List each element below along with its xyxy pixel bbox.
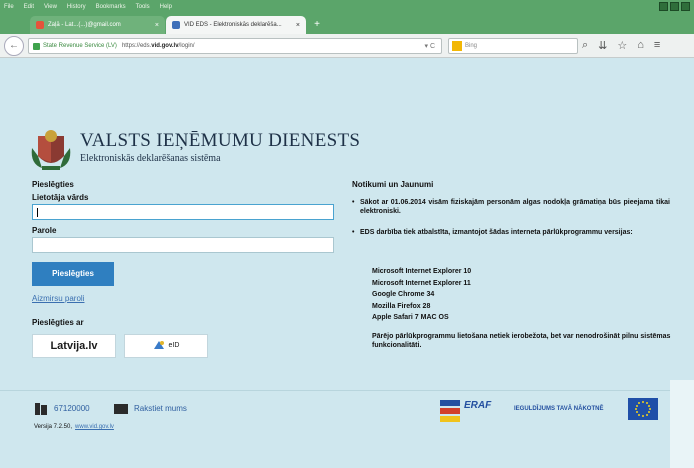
page-corner-shade [670,380,694,468]
browser-item: Apple Safari 7 MAC OS [372,314,449,321]
lock-icon [33,42,40,50]
forgot-password-link[interactable]: Aizmirsu paroli [32,294,84,303]
tab-title: VID EDS - Elektroniskās deklarēša... [184,22,282,28]
search-placeholder: Bing [465,43,478,49]
eraf-label: ERAF [464,400,492,411]
coat-of-arms-logo [31,130,71,170]
bullet-icon: • [352,229,355,236]
browser-item: Google Chrome 34 [372,291,435,298]
maximize-button[interactable] [670,2,679,11]
news-text: EDS darbība tiek atbalstīta, izmantojot … [360,229,633,236]
navigation-bar: ← State Revenue Service (LV) https://eds… [0,34,694,58]
minimize-button[interactable] [659,2,668,11]
reload-icon[interactable]: ▾ C [424,42,435,50]
phone-icon [35,403,47,415]
password-label: Parole [32,226,57,235]
supported-browsers-list: Microsoft Internet Explorer 10 Microsoft… [372,266,471,324]
menu-icon[interactable]: ≡ [654,39,660,52]
bing-icon [452,41,462,51]
window-controls [659,2,690,11]
menu-history[interactable]: History [67,4,86,10]
tab-title: Zaļā - Lat...(...)@gmail.com [48,22,121,28]
org-title: VALSTS IEŅĒMUMU DIENESTS [80,130,361,151]
login-heading: Pieslēgties [32,180,74,189]
toolbar-icons: ⌕ ⇊ ☆ ⌂ ≡ [582,39,660,52]
menu-file[interactable]: File [4,4,14,10]
address-bar[interactable]: State Revenue Service (LV) https://eds.v… [28,38,442,54]
eu-flag-icon [628,398,658,420]
username-label: Lietotāja vārds [32,193,89,202]
bookmark-star-icon[interactable]: ☆ [617,39,627,52]
browser-item: Microsoft Internet Explorer 11 [372,279,471,287]
tab-gmail[interactable]: Zaļā - Lat...(...)@gmail.com × [30,16,165,34]
tab-bar: Zaļā - Lat...(...)@gmail.com × VID EDS -… [0,14,694,34]
menu-help[interactable]: Help [160,4,172,10]
news-heading: Notikumi un Jaunumi [352,180,434,189]
search-icon[interactable]: ⌕ [582,39,588,52]
browser-item: Mozilla Firefox 28 [372,302,431,310]
write-to-us-link[interactable]: Rakstiet mums [134,404,187,413]
browser-item: Microsoft Internet Explorer 10 [372,268,472,275]
username-input[interactable] [32,204,334,220]
menu-bar: File Edit View History Bookmarks Tools H… [0,0,694,14]
news-text: Sākot ar 01.06.2014 visām fiziskajām per… [360,199,670,215]
close-window-button[interactable] [681,2,690,11]
menu-edit[interactable]: Edit [24,4,34,10]
mail-icon [114,404,128,414]
vid-favicon-icon [172,21,180,29]
latvija-lv-button[interactable]: Latvija.lv [32,334,116,358]
news-item: • Sākot ar 01.06.2014 visām fiziskajām p… [352,198,670,216]
download-icon[interactable]: ⇊ [598,39,607,52]
close-tab-icon[interactable]: × [296,22,300,29]
close-tab-icon[interactable]: × [155,22,159,29]
menu-view[interactable]: View [44,4,57,10]
provider-label: Latvija.lv [50,340,98,352]
footer-divider [0,390,694,391]
version-info: Versija 7.2.50, www.vid.gov.lv [34,424,114,430]
home-icon[interactable]: ⌂ [637,39,644,52]
back-arrow-icon[interactable]: ← [4,36,24,56]
eid-button[interactable]: eID [124,334,208,358]
tab-vid-eds[interactable]: VID EDS - Elektroniskās deklarēša... × [166,16,306,34]
news-item: • EDS darbība tiek atbalstīta, izmantojo… [352,228,670,237]
browser-limit-note: Pārējo pārlūkprogrammu lietošana netiek … [372,333,671,349]
password-input[interactable] [32,237,334,253]
phone-number[interactable]: 67120000 [54,404,90,413]
menu-bookmarks[interactable]: Bookmarks [96,4,126,10]
provider-label: eID [168,342,180,349]
login-button[interactable]: Pieslēgties [32,262,114,286]
menu-tools[interactable]: Tools [136,4,150,10]
version-label: Versija 7.2.50, [34,424,73,430]
org-subtitle: Elektroniskās deklarēšanas sistēma [80,153,221,164]
bullet-icon: • [352,199,355,206]
eid-logo-icon [153,341,164,350]
vid-website-link[interactable]: www.vid.gov.lv [75,424,114,430]
url-text[interactable]: https://eds.vid.gov.lv/login/ [122,43,195,49]
site-identity[interactable]: State Revenue Service (LV) [43,43,117,49]
new-tab-icon[interactable]: + [312,20,322,30]
login-with-heading: Pieslēgties ar [32,318,84,327]
search-input[interactable]: Bing [448,38,578,54]
investment-slogan: IEGULDĪJUMS TAVĀ NĀKOTNĒ [514,406,604,412]
gmail-favicon-icon [36,21,44,29]
text-caret [37,208,38,217]
